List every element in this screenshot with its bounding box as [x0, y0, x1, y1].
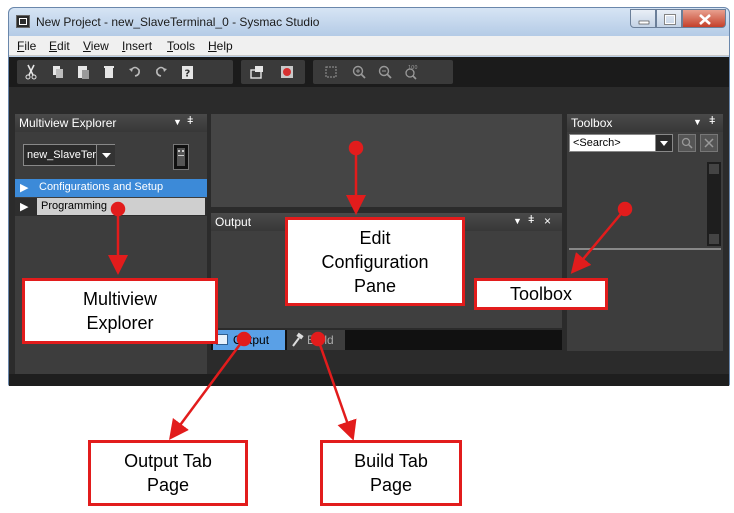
arrow-toolbox — [570, 201, 633, 274]
arrow-build-tab — [310, 331, 357, 441]
callout-build-tab-page: Build Tab Page — [320, 440, 462, 506]
arrow-edit-pane — [346, 140, 366, 215]
callout-toolbox: Toolbox — [474, 278, 608, 310]
arrow-output-tab — [169, 331, 252, 441]
arrow-explorer — [108, 201, 128, 275]
callout-edit-configuration-pane: Edit Configuration Pane — [285, 217, 465, 306]
callout-multiview-explorer: Multiview Explorer — [22, 278, 218, 344]
callout-output-tab-page: Output Tab Page — [88, 440, 248, 506]
